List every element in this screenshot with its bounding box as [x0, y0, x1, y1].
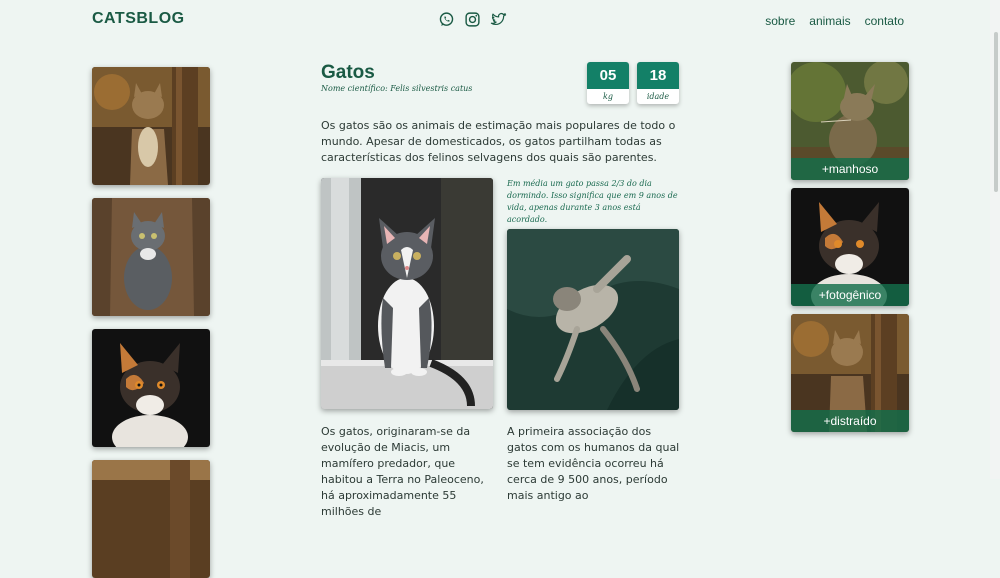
brand-logo[interactable]: CATSBLOG: [92, 10, 185, 28]
stat-weight-value: 05: [587, 62, 629, 89]
article-title: Gatos: [321, 62, 375, 83]
stat-age-value: 18: [637, 62, 679, 89]
right-tile-distraido[interactable]: +distraído: [791, 314, 909, 432]
main-nav: sobre animais contato: [765, 14, 904, 28]
page-scrollbar[interactable]: [990, 0, 1000, 479]
stat-age-unit: idade: [646, 92, 670, 101]
tabby-cat-image: [92, 67, 210, 185]
scrollbar-thumb[interactable]: [994, 32, 998, 192]
intro-paragraph: Os gatos são os animais de estimação mai…: [321, 119, 676, 164]
twitter-icon[interactable]: [490, 11, 507, 28]
tile-caption: +fotogênico: [791, 284, 909, 306]
stat-weight: 05 kg: [587, 62, 629, 104]
sleep-note: Em média um gato passa 2/3 do dia dormin…: [507, 179, 678, 224]
stat-age: 18 idade: [637, 62, 679, 104]
nav-link-sobre[interactable]: sobre: [765, 14, 795, 28]
right-tile-manhoso[interactable]: +manhoso: [791, 62, 909, 180]
paragraph-origin: Os gatos, originaram-se da evolução de M…: [321, 425, 484, 518]
cat-image-partial: [92, 460, 210, 578]
scientific-name: Nome científico: Felis silvestris catus: [321, 84, 473, 93]
tile-caption: +distraído: [791, 410, 909, 432]
tile-caption: +manhoso: [791, 158, 909, 180]
social-links: [438, 11, 507, 28]
left-tile-gray-cat[interactable]: [92, 198, 210, 316]
sleeping-cat-photo: [507, 229, 679, 410]
main-cat-photo: [321, 178, 493, 409]
instagram-icon[interactable]: [464, 11, 481, 28]
nav-link-animais[interactable]: animais: [809, 14, 850, 28]
gray-cat-image: [92, 198, 210, 316]
left-tile-calico-cat[interactable]: [92, 329, 210, 447]
left-tile-tabby-cat[interactable]: [92, 67, 210, 185]
right-tile-fotogenico[interactable]: +fotogênico: [791, 188, 909, 306]
whatsapp-icon[interactable]: [438, 11, 455, 28]
left-tile-partial[interactable]: [92, 460, 210, 578]
calico-cat-image: [92, 329, 210, 447]
nav-link-contato[interactable]: contato: [865, 14, 904, 28]
stat-weight-unit: kg: [603, 92, 613, 101]
paragraph-history: A primeira associação dos gatos com os h…: [507, 425, 680, 502]
